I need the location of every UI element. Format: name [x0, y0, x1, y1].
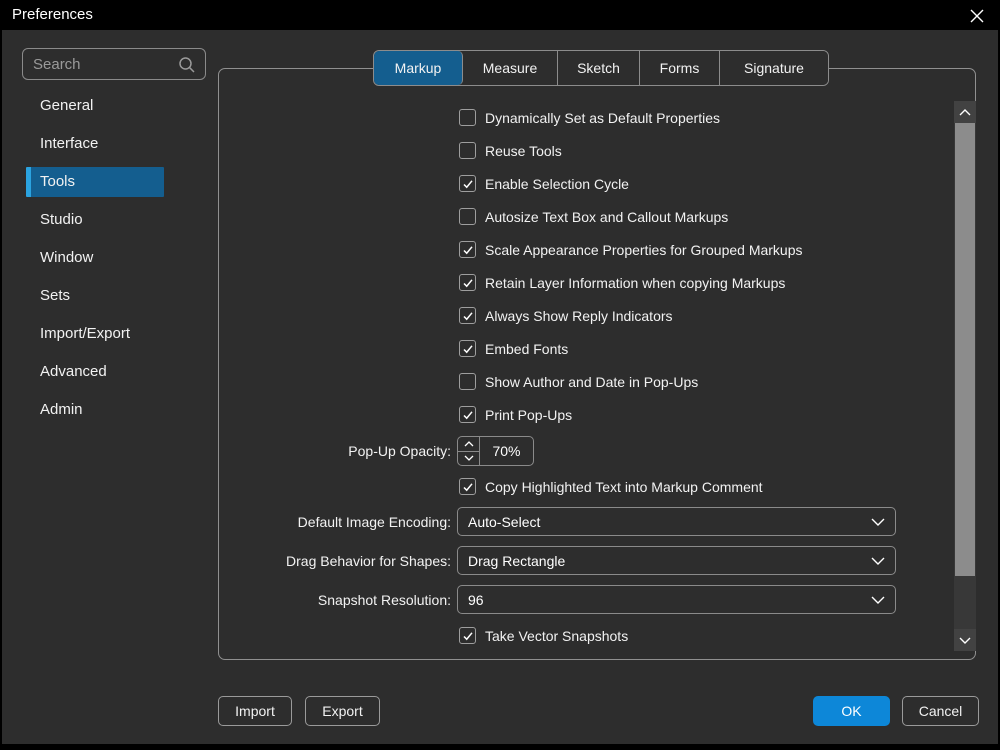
- search-box: [22, 48, 206, 80]
- sidebar: General Interface Tools Studio Window Se…: [26, 91, 176, 433]
- checkbox-label: Take Vector Snapshots: [485, 628, 628, 644]
- checkbox-label: Print Pop-Ups: [485, 407, 572, 423]
- tab-forms[interactable]: Forms: [640, 51, 720, 85]
- close-button[interactable]: [966, 5, 988, 27]
- sidebar-item-sets[interactable]: Sets: [26, 281, 164, 311]
- preferences-dialog: General Interface Tools Studio Window Se…: [2, 30, 998, 744]
- checkbox[interactable]: [459, 142, 476, 159]
- checkbox-label: Copy Highlighted Text into Markup Commen…: [485, 479, 763, 495]
- sidebar-item-studio[interactable]: Studio: [26, 205, 164, 235]
- check-icon: [462, 277, 474, 289]
- checkbox-row: Print Pop-Ups: [459, 398, 803, 431]
- checkbox-label: Always Show Reply Indicators: [485, 308, 673, 324]
- sidebar-item-import-export[interactable]: Import/Export: [26, 319, 164, 349]
- chevron-down-icon: [464, 455, 474, 461]
- checkbox[interactable]: [459, 274, 476, 291]
- spinner-up-button[interactable]: [458, 437, 479, 452]
- check-icon: [462, 244, 474, 256]
- popup-opacity-label: Pop-Up Opacity:: [219, 443, 451, 459]
- check-icon: [462, 630, 474, 642]
- checkbox-row: Dynamically Set as Default Properties: [459, 101, 803, 134]
- drag-behavior-label: Drag Behavior for Shapes:: [219, 553, 451, 569]
- checkbox-row: Show Author and Date in Pop-Ups: [459, 365, 803, 398]
- popup-opacity-spinner: 70%: [457, 436, 534, 466]
- checkbox-label: Scale Appearance Properties for Grouped …: [485, 242, 803, 258]
- chevron-up-icon: [959, 109, 971, 116]
- tab-sketch[interactable]: Sketch: [558, 51, 640, 85]
- checkbox-row: Reuse Tools: [459, 134, 803, 167]
- checkbox-row: Embed Fonts: [459, 332, 803, 365]
- search-icon: [177, 55, 197, 75]
- sidebar-item-admin[interactable]: Admin: [26, 395, 164, 425]
- checkbox-list: Dynamically Set as Default Properties Re…: [459, 101, 803, 431]
- scrollbar-up-button[interactable]: [954, 101, 976, 123]
- checkbox-row: Autosize Text Box and Callout Markups: [459, 200, 803, 233]
- chevron-down-icon: [871, 518, 885, 526]
- checkbox[interactable]: [459, 406, 476, 423]
- checkbox-row: Always Show Reply Indicators: [459, 299, 803, 332]
- snapshot-resolution-dropdown[interactable]: 96: [457, 585, 896, 614]
- chevron-down-icon: [959, 637, 971, 644]
- check-icon: [462, 343, 474, 355]
- checkbox-row: Copy Highlighted Text into Markup Commen…: [459, 470, 763, 503]
- checkbox-row: Take Vector Snapshots: [459, 619, 628, 652]
- dropdown-value: 96: [468, 592, 871, 608]
- tab-signature[interactable]: Signature: [720, 51, 828, 85]
- sidebar-item-interface[interactable]: Interface: [26, 129, 164, 159]
- spinner-buttons: [458, 437, 480, 465]
- window-title: Preferences: [12, 0, 93, 30]
- checkbox-label: Reuse Tools: [485, 143, 562, 159]
- chevron-down-icon: [871, 557, 885, 565]
- checkbox[interactable]: [459, 340, 476, 357]
- scrollbar-down-button[interactable]: [954, 629, 976, 651]
- checkbox-row: Scale Appearance Properties for Grouped …: [459, 233, 803, 266]
- popup-opacity-value[interactable]: 70%: [480, 437, 533, 465]
- default-image-encoding-label: Default Image Encoding:: [219, 514, 451, 530]
- sidebar-item-general[interactable]: General: [26, 91, 164, 121]
- tab-strip: Markup Measure Sketch Forms Signature: [373, 50, 829, 86]
- check-icon: [462, 310, 474, 322]
- settings-panel: Dynamically Set as Default Properties Re…: [218, 68, 976, 660]
- checkbox[interactable]: [459, 109, 476, 126]
- sidebar-item-window[interactable]: Window: [26, 243, 164, 273]
- import-button[interactable]: Import: [218, 696, 292, 726]
- scrollbar[interactable]: [954, 101, 976, 651]
- checkbox-label: Dynamically Set as Default Properties: [485, 110, 720, 126]
- checkbox-label: Retain Layer Information when copying Ma…: [485, 275, 785, 291]
- checkbox[interactable]: [459, 627, 476, 644]
- default-image-encoding-dropdown[interactable]: Auto-Select: [457, 507, 896, 536]
- cancel-button[interactable]: Cancel: [902, 696, 979, 726]
- checkbox-label: Embed Fonts: [485, 341, 568, 357]
- checkbox[interactable]: [459, 373, 476, 390]
- checkbox[interactable]: [459, 208, 476, 225]
- scrollbar-thumb[interactable]: [955, 123, 975, 576]
- checkbox-row: Retain Layer Information when copying Ma…: [459, 266, 803, 299]
- drag-behavior-dropdown[interactable]: Drag Rectangle: [457, 546, 896, 575]
- checkbox-row: Enable Selection Cycle: [459, 167, 803, 200]
- checkbox[interactable]: [459, 175, 476, 192]
- dropdown-value: Auto-Select: [468, 514, 871, 530]
- spinner-down-button[interactable]: [458, 452, 479, 466]
- check-icon: [462, 178, 474, 190]
- checkbox[interactable]: [459, 307, 476, 324]
- checkbox[interactable]: [459, 478, 476, 495]
- checkbox[interactable]: [459, 241, 476, 258]
- tab-measure[interactable]: Measure: [463, 51, 558, 85]
- chevron-down-icon: [871, 596, 885, 604]
- check-icon: [462, 481, 474, 493]
- checkbox-label: Show Author and Date in Pop-Ups: [485, 374, 698, 390]
- close-icon: [970, 9, 984, 23]
- checkbox-label: Autosize Text Box and Callout Markups: [485, 209, 728, 225]
- export-button[interactable]: Export: [305, 696, 380, 726]
- ok-button[interactable]: OK: [813, 696, 890, 726]
- titlebar: Preferences: [0, 0, 1000, 30]
- chevron-up-icon: [464, 441, 474, 447]
- tab-markup[interactable]: Markup: [374, 51, 463, 85]
- sidebar-item-advanced[interactable]: Advanced: [26, 357, 164, 387]
- checkbox-label: Enable Selection Cycle: [485, 176, 629, 192]
- snapshot-resolution-label: Snapshot Resolution:: [219, 592, 451, 608]
- check-icon: [462, 409, 474, 421]
- sidebar-item-tools[interactable]: Tools: [26, 167, 164, 197]
- dropdown-value: Drag Rectangle: [468, 553, 871, 569]
